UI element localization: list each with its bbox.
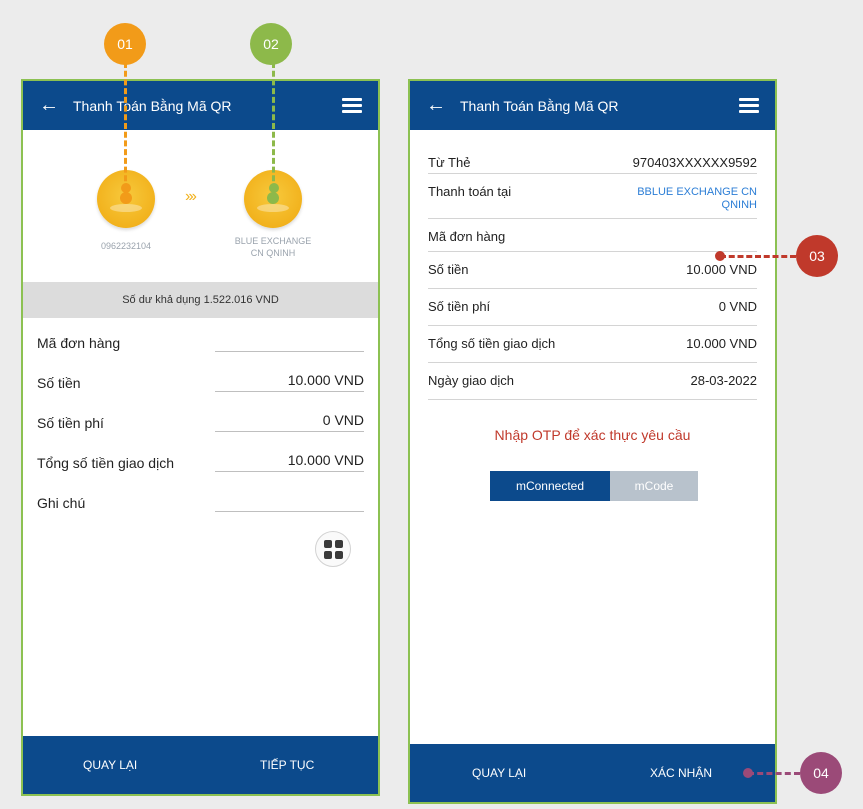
total-value: 10.000 VND — [215, 449, 364, 472]
continue-button[interactable]: TIẾP TỤC — [260, 736, 314, 794]
merchant-name: BLUE EXCHANGE CN QNINH — [234, 236, 312, 258]
fee-row: Số tiền phí 0 VND — [37, 401, 364, 441]
transaction-date: 28-03-2022 — [690, 373, 758, 388]
callout-01-leader — [124, 62, 127, 190]
mcode-option[interactable]: mCode — [610, 471, 698, 501]
callout-01-badge: 01 — [104, 23, 146, 65]
row-label: Thanh toán tại — [428, 184, 512, 199]
total-row: Tổng số tiền giao dịch 10.000 VND — [37, 441, 364, 481]
chevron-right-icon: ››› — [185, 188, 197, 205]
note-input[interactable] — [215, 489, 364, 512]
callout-03-badge: 03 — [796, 235, 838, 277]
qr-grid-icon[interactable] — [315, 531, 351, 567]
footer-bar: QUAY LẠI TIẾP TỤC — [23, 736, 378, 794]
order-code-row: Mã đơn hàng — [37, 321, 364, 361]
available-balance: Số dư khả dụng 1.522.016 VND — [23, 282, 378, 318]
row-label: Từ Thẻ — [428, 155, 471, 170]
row-label: Số tiền — [428, 262, 469, 277]
mconnected-option[interactable]: mConnected — [490, 471, 610, 501]
payment-form: Mã đơn hàng Số tiền 10.000 VND Số tiền p… — [37, 321, 364, 521]
total-value: 10.000 VND — [686, 336, 757, 351]
merchant-row: Thanh toán tại BBLUE EXCHANGE CN QNINH — [428, 174, 757, 219]
amount-row: Số tiền 10.000 VND — [37, 361, 364, 401]
note-row: Ghi chú — [37, 481, 364, 521]
row-label: Mã đơn hàng — [428, 229, 506, 244]
field-label: Mã đơn hàng — [37, 335, 121, 351]
back-button[interactable]: QUAY LẠI — [83, 736, 137, 794]
field-label: Số tiền — [37, 375, 81, 391]
hamburger-menu-icon[interactable] — [342, 98, 362, 113]
back-button[interactable]: QUAY LẠI — [472, 744, 526, 802]
callout-02-badge: 02 — [250, 23, 292, 65]
card-number: 970403XXXXXX9592 — [632, 155, 757, 170]
amount-value: 10.000 VND — [686, 262, 757, 277]
page-title: Thanh Toán Bằng Mã QR — [460, 97, 619, 114]
back-arrow-icon[interactable]: ← — [426, 94, 450, 117]
qr-payment-screen-step2: ← Thanh Toán Bằng Mã QR Từ Thẻ 970403XXX… — [408, 79, 777, 804]
callout-03-leader — [720, 255, 796, 258]
app-header: ← Thanh Toán Bằng Mã QR — [410, 81, 775, 130]
footer-bar: QUAY LẠI XÁC NHẬN — [410, 744, 775, 802]
total-row: Tổng số tiền giao dịch 10.000 VND — [428, 326, 757, 363]
callout-04-leader — [748, 772, 800, 775]
fee-value: 0 VND — [718, 299, 757, 314]
callout-02-leader — [272, 62, 275, 190]
qr-payment-screen-step1: ← Thanh Toán Bằng Mã QR ››› 0962232104 B… — [21, 79, 380, 796]
callout-04-anchor — [743, 768, 753, 778]
field-label: Số tiền phí — [37, 415, 104, 431]
otp-method-toggle: mConnected mCode — [490, 471, 698, 501]
fee-value: 0 VND — [215, 409, 364, 432]
hamburger-menu-icon[interactable] — [739, 98, 759, 113]
callout-01-anchor — [121, 183, 131, 193]
confirmation-details: Từ Thẻ 970403XXXXXX9592 Thanh toán tại B… — [428, 145, 757, 400]
confirm-button[interactable]: XÁC NHẬN — [650, 744, 712, 802]
merchant-value: BBLUE EXCHANGE CN QNINH — [637, 186, 757, 211]
amount-value[interactable]: 10.000 VND — [215, 369, 364, 392]
back-arrow-icon[interactable]: ← — [39, 94, 63, 117]
callout-04-badge: 04 — [800, 752, 842, 794]
field-label: Ghi chú — [37, 495, 86, 511]
amount-row: Số tiền 10.000 VND — [428, 252, 757, 289]
callout-03-anchor — [715, 251, 725, 261]
source-account-number: 0962232104 — [100, 241, 152, 251]
card-row: Từ Thẻ 970403XXXXXX9592 — [428, 145, 757, 174]
date-row: Ngày giao dịch 28-03-2022 — [428, 363, 757, 400]
order-code-row: Mã đơn hàng — [428, 219, 757, 252]
row-label: Ngày giao dịch — [428, 373, 514, 388]
app-header: ← Thanh Toán Bằng Mã QR — [23, 81, 378, 130]
order-code-input[interactable] — [215, 329, 364, 352]
callout-02-anchor — [269, 183, 279, 193]
row-label: Tổng số tiền giao dịch — [428, 336, 556, 351]
payment-flow: ››› 0962232104 BLUE EXCHANGE CN QNINH — [23, 130, 378, 282]
field-label: Tổng số tiền giao dịch — [37, 455, 174, 471]
otp-prompt: Nhập OTP để xác thực yêu cầu — [494, 427, 691, 443]
fee-row: Số tiền phí 0 VND — [428, 289, 757, 326]
page-title: Thanh Toán Bằng Mã QR — [73, 97, 232, 114]
row-label: Số tiền phí — [428, 299, 491, 314]
